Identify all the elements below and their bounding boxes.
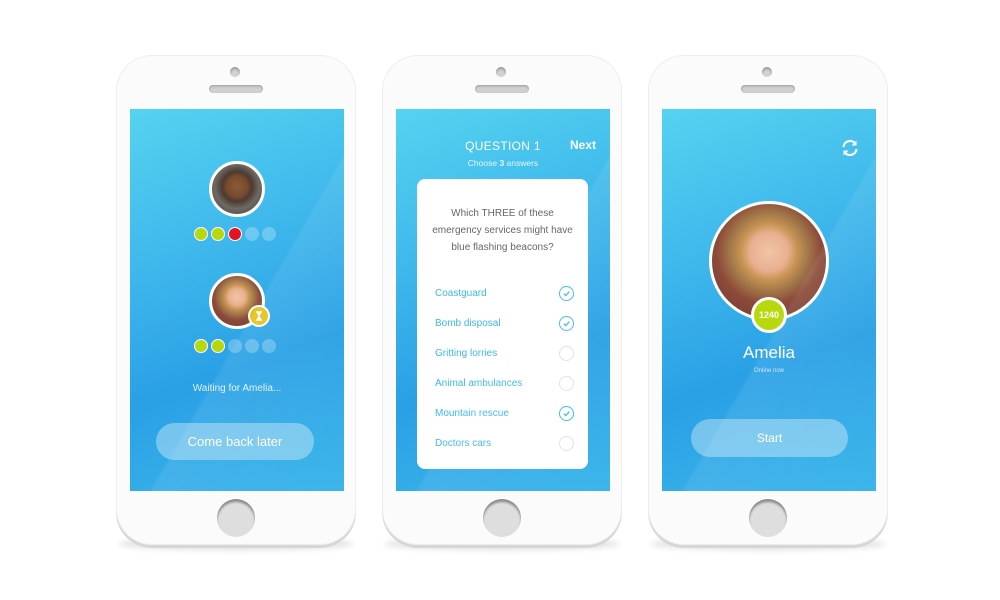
score-dot-empty xyxy=(228,339,242,353)
answer-option[interactable]: Animal ambulances xyxy=(435,373,574,393)
answer-label: Mountain rescue xyxy=(435,407,509,419)
unchecked-circle-icon[interactable] xyxy=(559,375,574,391)
checked-circle-icon[interactable] xyxy=(559,285,574,301)
hourglass-badge xyxy=(248,305,270,327)
score-dot-empty xyxy=(245,227,259,241)
speaker xyxy=(741,85,795,93)
checked-circle-icon[interactable] xyxy=(559,405,574,421)
next-button[interactable]: Next xyxy=(570,138,596,152)
answer-option[interactable]: Doctors cars xyxy=(435,433,574,453)
score-dot-green xyxy=(211,227,225,241)
phone-waiting-screen: Waiting for Amelia... Come back later xyxy=(116,55,356,545)
speaker xyxy=(475,85,529,93)
subtitle-prefix: Choose xyxy=(467,158,500,168)
camera xyxy=(496,67,506,77)
profile-name: Amelia xyxy=(743,343,795,362)
refresh-button[interactable] xyxy=(840,138,860,158)
hourglass-icon xyxy=(255,311,263,321)
score-dot-green xyxy=(211,339,225,353)
checked-circle-icon[interactable] xyxy=(559,315,574,331)
start-button[interactable]: Start xyxy=(691,419,848,457)
unchecked-circle-icon[interactable] xyxy=(559,435,574,451)
online-status: Online now xyxy=(753,368,785,374)
phone-question-screen: QUESTION 1 Next Choose 3 answers Which T… xyxy=(382,55,622,545)
waiting-status: Waiting for Amelia... xyxy=(192,383,282,394)
come-back-later-button[interactable]: Come back later xyxy=(156,423,314,460)
opponent-score-dots xyxy=(194,227,276,241)
answer-option[interactable]: Bomb disposal xyxy=(435,313,574,333)
answer-option[interactable]: Gritting lorries xyxy=(435,343,574,363)
checkmark-icon xyxy=(563,320,570,326)
score-dot-empty xyxy=(245,339,259,353)
question-screen: QUESTION 1 Next Choose 3 answers Which T… xyxy=(396,109,610,491)
opponent-avatar xyxy=(209,161,265,217)
score-dot-green xyxy=(194,227,208,241)
checkmark-icon xyxy=(563,410,570,416)
waiting-screen: Waiting for Amelia... Come back later xyxy=(130,109,344,491)
score-dot-red xyxy=(228,227,242,241)
question-card: Which THREE of these emergency services … xyxy=(417,179,588,469)
profile-screen: 1240 Amelia Online now Start xyxy=(662,109,876,491)
phone-profile-screen: 1240 Amelia Online now Start xyxy=(648,55,888,545)
score-dot-empty xyxy=(262,227,276,241)
question-text: Which THREE of these emergency services … xyxy=(432,208,573,253)
score-dot-empty xyxy=(262,339,276,353)
refresh-icon xyxy=(842,139,858,157)
answer-label: Gritting lorries xyxy=(435,347,498,359)
score-badge: 1240 xyxy=(751,297,787,333)
answer-option[interactable]: Mountain rescue xyxy=(435,403,574,423)
subtitle-suffix: answers xyxy=(504,158,539,168)
camera xyxy=(230,67,240,77)
speaker xyxy=(209,85,263,93)
answer-label: Animal ambulances xyxy=(435,377,523,389)
score-dot-green xyxy=(194,339,208,353)
answer-label: Bomb disposal xyxy=(435,317,501,329)
checkmark-icon xyxy=(563,290,570,296)
answer-option[interactable]: Coastguard xyxy=(435,283,574,303)
home-button[interactable] xyxy=(749,499,787,537)
home-button[interactable] xyxy=(217,499,255,537)
question-subtitle: Choose 3 answers xyxy=(396,158,610,168)
answer-label: Doctors cars xyxy=(435,437,492,449)
unchecked-circle-icon[interactable] xyxy=(559,345,574,361)
player-score-dots xyxy=(194,339,276,353)
camera xyxy=(762,67,772,77)
answer-label: Coastguard xyxy=(435,287,487,299)
home-button[interactable] xyxy=(483,499,521,537)
